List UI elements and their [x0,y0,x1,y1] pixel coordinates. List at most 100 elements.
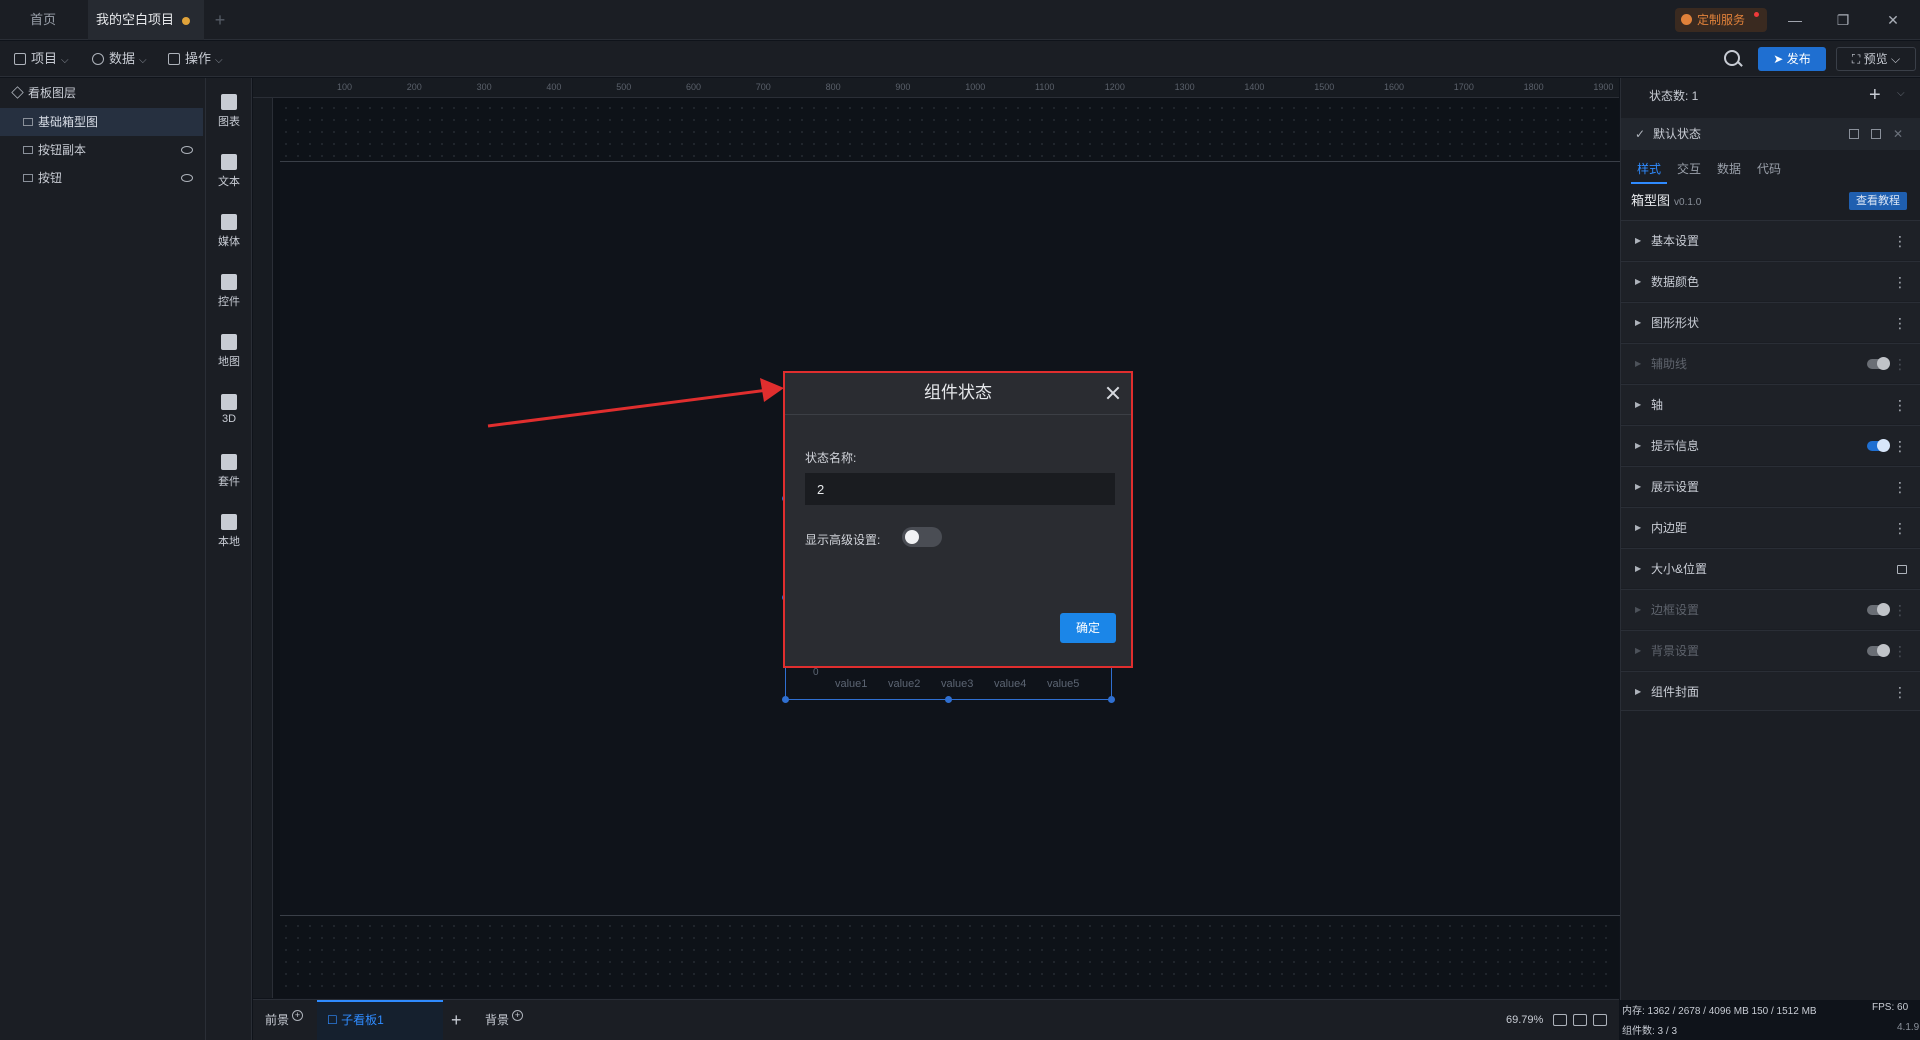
app-version: 4.1.9 [1897,1022,1920,1033]
more-icon[interactable]: ⋮ [1893,467,1907,507]
section-toggle[interactable] [1867,603,1890,616]
custom-service-label: 定制服务 [1697,13,1746,27]
section-shape[interactable]: ▶ 图形形状 ⋮ [1621,302,1920,342]
category-text[interactable]: 文本 [206,146,252,196]
tab-project[interactable]: 我的空白项目 [88,0,204,40]
ruler-tick-label: 1800 [1523,82,1544,92]
more-icon[interactable]: ⋮ [1893,385,1907,425]
more-icon[interactable]: ⋮ [1893,426,1907,466]
preview-button[interactable]: ⛶ 预览 ⌵ [1836,47,1916,71]
more-icon[interactable]: ⋮ [1893,508,1907,548]
section-display-settings[interactable]: ▶ 展示设置 ⋮ [1621,466,1920,506]
close-window-icon[interactable]: ✕ [1870,0,1916,40]
section-toggle[interactable] [1867,439,1890,452]
category-3d[interactable]: 3D [206,386,252,436]
resize-handle[interactable] [1108,696,1115,703]
section-component-cover[interactable]: ▶ 组件封面 ⋮ [1621,671,1920,711]
more-icon[interactable]: ⋮ [1893,221,1907,261]
tab-foreground[interactable]: 前景 + [265,1000,304,1040]
copy-icon[interactable] [1871,129,1881,139]
section-data-color[interactable]: ▶ 数据颜色 ⋮ [1621,261,1920,301]
more-icon[interactable]: ⋮ [1893,631,1907,671]
close-icon[interactable] [1103,383,1123,403]
section-size-position[interactable]: ▶ 大小&位置 [1621,548,1920,588]
default-state-row[interactable]: ✓ 默认状态 ✕ [1621,118,1920,150]
tab-code[interactable]: 代码 [1751,156,1787,184]
menu-data[interactable]: 数据 ⌵ [92,41,147,77]
file-icon [14,53,26,65]
section-axis[interactable]: ▶ 轴 ⋮ [1621,384,1920,424]
chart-x-label: value3 [941,678,974,690]
tab-sub-board[interactable]: ☐ 子看板1 [317,1000,443,1040]
layer-item-button-copy[interactable]: 按钮副本 [0,136,205,164]
publish-button[interactable]: ➤ 发布 [1758,47,1826,71]
state-name-input[interactable] [805,473,1115,505]
caret-right-icon: ▶ [1635,236,1642,245]
chevron-down-icon[interactable]: ⌵ [1897,88,1905,99]
search-icon[interactable] [1724,50,1740,66]
tab-style[interactable]: 样式 [1631,156,1667,184]
category-label: 媒体 [218,236,240,248]
confirm-button[interactable]: 确定 [1060,613,1116,643]
restore-icon[interactable]: ❐ [1820,0,1866,40]
text-icon [221,154,237,170]
more-icon[interactable]: ⋮ [1893,344,1907,384]
layer-item-button[interactable]: 按钮 [0,164,205,192]
add-board-icon[interactable]: + [451,1000,462,1040]
dialog-title: 组件状态 [924,383,992,402]
edit-icon[interactable] [1849,129,1859,139]
delete-icon[interactable]: ✕ [1893,128,1903,140]
advanced-settings-toggle[interactable] [902,527,942,547]
category-kit[interactable]: 套件 [206,446,252,496]
ruler-tick-label: 800 [825,82,841,92]
section-toggle[interactable] [1867,357,1890,370]
resize-handle[interactable] [945,696,952,703]
section-border-settings[interactable]: ▶ 边框设置 ⋮ [1621,589,1920,629]
tab-home[interactable]: 首页 [0,0,86,40]
view-tutorial-button[interactable]: 查看教程 [1849,192,1907,210]
section-padding[interactable]: ▶ 内边距 ⋮ [1621,507,1920,547]
section-basic-settings[interactable]: ▶ 基本设置 ⋮ [1621,220,1920,260]
section-guide-line[interactable]: ▶ 辅助线 ⋮ [1621,343,1920,383]
add-circle-icon[interactable]: + [292,1010,304,1021]
fit-screen-icon[interactable] [1553,1014,1567,1026]
category-chart[interactable]: 图表 [206,86,252,136]
section-toggle[interactable] [1867,644,1890,657]
database-icon [92,53,104,65]
section-label: 数据颜色 [1651,275,1700,289]
memory-status: 内存: 1362 / 2678 / 4096 MB 150 / 1512 MB [1622,1006,1817,1017]
visibility-icon[interactable] [181,146,193,154]
keyboard-icon[interactable] [1573,1014,1587,1026]
minimize-icon[interactable]: — [1772,0,1818,40]
more-icon[interactable]: ⋮ [1893,590,1907,630]
category-media[interactable]: 媒体 [206,206,252,256]
chevron-down-icon: ⌵ [139,55,147,66]
tab-interaction[interactable]: 交互 [1671,156,1707,184]
ruler-tick-label: 1900 [1593,82,1614,92]
add-circle-icon[interactable]: + [512,1010,524,1021]
category-local[interactable]: 本地 [206,506,252,556]
custom-service-button[interactable]: 定制服务 [1675,8,1767,32]
ruler-tick-label: 300 [476,82,492,92]
more-icon[interactable]: ⋮ [1893,303,1907,343]
category-control[interactable]: 控件 [206,266,252,316]
tab-data[interactable]: 数据 [1711,156,1747,184]
category-map[interactable]: 地图 [206,326,252,376]
tab-background[interactable]: 背景 + [485,1000,524,1040]
lock-icon[interactable] [1897,565,1907,574]
visibility-icon[interactable] [181,174,193,182]
new-tab-icon[interactable]: + [208,0,232,40]
resize-handle[interactable] [782,696,789,703]
more-icon[interactable]: ⋮ [1893,672,1907,712]
menu-operation[interactable]: 操作 ⌵ [168,41,223,77]
add-state-icon[interactable]: + [1869,84,1881,107]
more-icon[interactable]: ⋮ [1893,262,1907,302]
terminal-icon[interactable] [1593,1014,1607,1026]
layer-item-box-chart[interactable]: 基础箱型图 [0,108,203,136]
shirt-icon [221,454,237,470]
menu-project[interactable]: 项目 ⌵ [14,41,69,77]
section-label: 大小&位置 [1651,562,1708,576]
section-background-settings[interactable]: ▶ 背景设置 ⋮ [1621,630,1920,670]
caret-right-icon: ▶ [1635,687,1642,696]
section-tooltip[interactable]: ▶ 提示信息 ⋮ [1621,425,1920,465]
